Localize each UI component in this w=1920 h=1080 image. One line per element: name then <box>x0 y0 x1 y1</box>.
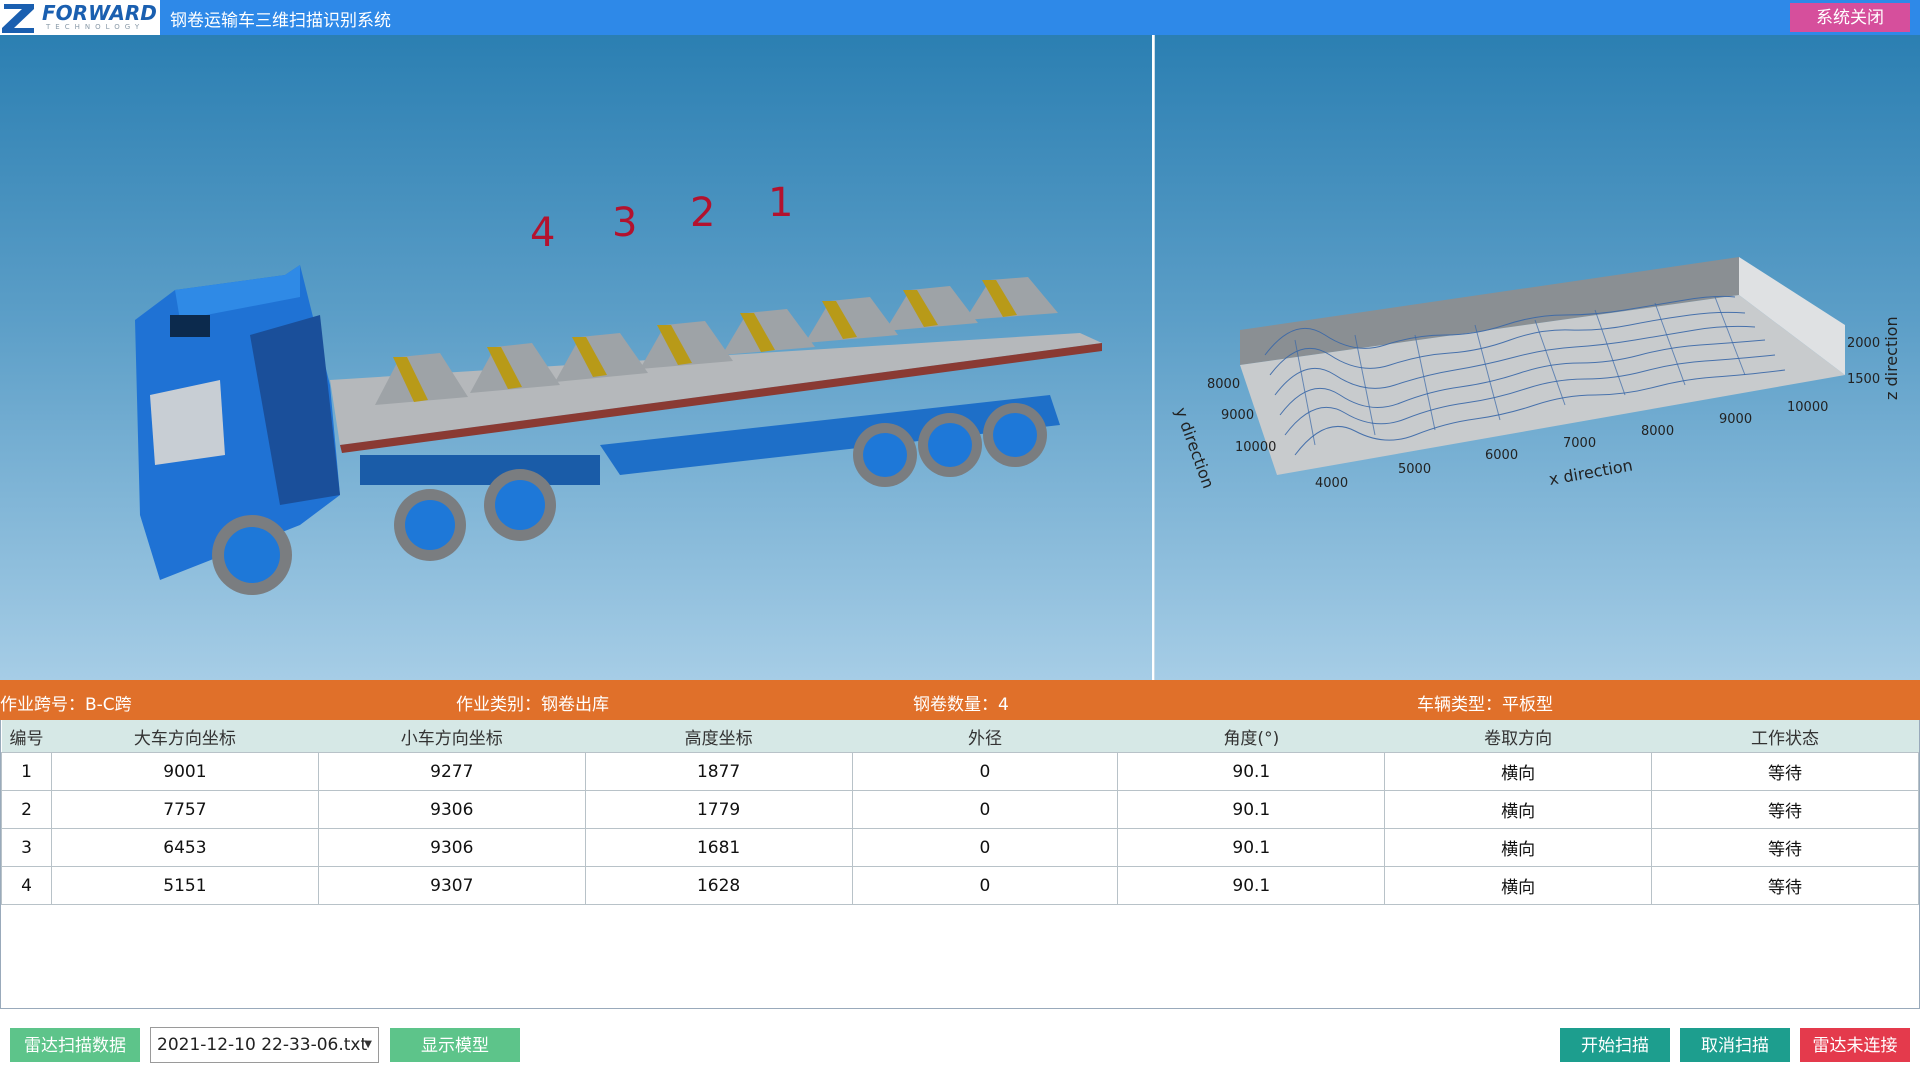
column-header[interactable]: 工作状态 <box>1651 720 1919 753</box>
x-tick-label: 9000 <box>1719 412 1752 427</box>
table-cell: 等待 <box>1651 790 1919 829</box>
y-tick-label: 9000 <box>1221 408 1254 423</box>
column-header[interactable]: 外径 <box>852 720 1118 753</box>
coil-data-table: 编号 大车方向坐标 小车方向坐标 高度坐标 外径 角度(°) 卷取方向 工作状态… <box>0 720 1920 1009</box>
table-row[interactable]: 3 6453 9306 1681 0 90.1 横向 等待 <box>1 828 1919 867</box>
table-row[interactable]: 4 5151 9307 1628 0 90.1 横向 等待 <box>1 866 1919 905</box>
table-cell: 90.1 <box>1117 828 1386 867</box>
table-cell: 等待 <box>1651 752 1919 791</box>
table-cell: 9306 <box>317 790 586 829</box>
y-tick-label: 10000 <box>1235 440 1276 455</box>
x-tick-label: 7000 <box>1563 436 1596 451</box>
y-tick-label: 8000 <box>1207 377 1240 392</box>
table-cell: 横向 <box>1384 828 1653 867</box>
scan-plot-viewport[interactable]: 4000 5000 6000 7000 8000 9000 10000 8000… <box>1154 35 1920 680</box>
x-tick-label: 6000 <box>1485 448 1518 463</box>
truck-3d-model <box>135 265 1102 595</box>
table-row[interactable]: 1 9001 9277 1877 0 90.1 横向 等待 <box>1 752 1919 791</box>
column-header[interactable]: 大车方向坐标 <box>51 720 319 753</box>
table-cell: 0 <box>851 752 1119 791</box>
table-cell: 9306 <box>317 828 586 867</box>
table-cell: 6453 <box>50 828 319 867</box>
x-tick-label: 10000 <box>1787 400 1828 415</box>
show-model-button[interactable]: 显示模型 <box>390 1028 520 1062</box>
table-cell: 7757 <box>50 790 319 829</box>
table-cell: 90.1 <box>1117 752 1386 791</box>
table-cell: 90.1 <box>1117 866 1386 905</box>
table-cell: 0 <box>851 866 1119 905</box>
span-info: 作业跨号：B-C跨 <box>0 695 132 715</box>
scan-file-select-value: 2021-12-10 22-33-06.txt <box>157 1035 368 1055</box>
table-cell: 1877 <box>584 752 853 791</box>
cancel-scan-button[interactable]: 取消扫描 <box>1680 1028 1790 1062</box>
column-header[interactable]: 角度(°) <box>1117 720 1385 753</box>
table-cell: 2 <box>1 790 52 829</box>
x-tick-label: 8000 <box>1641 424 1674 439</box>
coil-count-info: 钢卷数量：4 <box>913 695 1009 715</box>
table-row[interactable]: 2 7757 9306 1779 0 90.1 横向 等待 <box>1 790 1919 829</box>
logo-z-icon <box>2 4 34 33</box>
coil-number-label: 2 <box>690 190 716 236</box>
coil-number-label: 3 <box>612 200 638 246</box>
column-header[interactable]: 高度坐标 <box>585 720 853 753</box>
job-info-bar: 作业跨号：B-C跨 作业类别：钢卷出库 钢卷数量：4 车辆类型：平板型 <box>0 680 1920 720</box>
scan-file-select[interactable]: 2021-12-10 22-33-06.txt ▼ <box>150 1027 379 1063</box>
vehicle-type-info: 车辆类型：平板型 <box>1417 695 1553 715</box>
table-cell: 横向 <box>1384 866 1653 905</box>
x-axis-label: x direction <box>1547 456 1634 489</box>
table-cell: 1628 <box>584 866 853 905</box>
title-bar: FORWARD TECHNOLOGY 钢卷运输车三维扫描识别系统 系统关闭 <box>0 0 1920 35</box>
table-cell: 等待 <box>1651 866 1919 905</box>
table-cell: 横向 <box>1384 790 1653 829</box>
job-type-info: 作业类别：钢卷出库 <box>456 695 609 715</box>
radar-scan-data-button[interactable]: 雷达扫描数据 <box>10 1028 140 1062</box>
table-cell: 横向 <box>1384 752 1653 791</box>
x-tick-label: 4000 <box>1315 476 1348 491</box>
table-cell: 1779 <box>584 790 853 829</box>
column-header[interactable]: 小车方向坐标 <box>318 720 586 753</box>
table-cell: 9277 <box>317 752 586 791</box>
column-header[interactable]: 编号 <box>1 720 52 753</box>
chevron-down-icon: ▼ <box>364 1039 372 1050</box>
company-logo: FORWARD TECHNOLOGY <box>0 0 160 35</box>
truck-model-viewport[interactable]: 4 3 2 1 <box>0 35 1152 680</box>
table-cell: 90.1 <box>1117 790 1386 829</box>
table-cell: 3 <box>1 828 52 867</box>
y-axis-label: y direction <box>1171 405 1218 491</box>
coil-number-label: 4 <box>530 210 556 256</box>
app-title: 钢卷运输车三维扫描识别系统 <box>170 11 391 31</box>
table-cell: 1681 <box>584 828 853 867</box>
z-tick-label: 1500 <box>1847 372 1880 387</box>
z-tick-label: 2000 <box>1847 336 1880 351</box>
table-cell: 等待 <box>1651 828 1919 867</box>
scan-point-cloud-plot: 4000 5000 6000 7000 8000 9000 10000 8000… <box>1171 257 1901 491</box>
logo-text: FORWARD <box>42 1 157 25</box>
table-cell: 9001 <box>50 752 319 791</box>
start-scan-button[interactable]: 开始扫描 <box>1560 1028 1670 1062</box>
x-tick-label: 5000 <box>1398 462 1431 477</box>
z-axis-label: z direction <box>1882 316 1901 400</box>
table-cell: 9307 <box>317 866 586 905</box>
coil-number-label: 1 <box>768 180 794 226</box>
table-header-row: 编号 大车方向坐标 小车方向坐标 高度坐标 外径 角度(°) 卷取方向 工作状态 <box>1 720 1919 753</box>
logo-subtext: TECHNOLOGY <box>46 23 145 31</box>
table-cell: 0 <box>851 828 1119 867</box>
radar-status-button[interactable]: 雷达未连接 <box>1800 1028 1910 1062</box>
column-header[interactable]: 卷取方向 <box>1384 720 1652 753</box>
table-cell: 0 <box>851 790 1119 829</box>
table-cell: 5151 <box>50 866 319 905</box>
table-cell: 4 <box>1 866 52 905</box>
system-close-button[interactable]: 系统关闭 <box>1790 3 1910 32</box>
table-cell: 1 <box>1 752 52 791</box>
